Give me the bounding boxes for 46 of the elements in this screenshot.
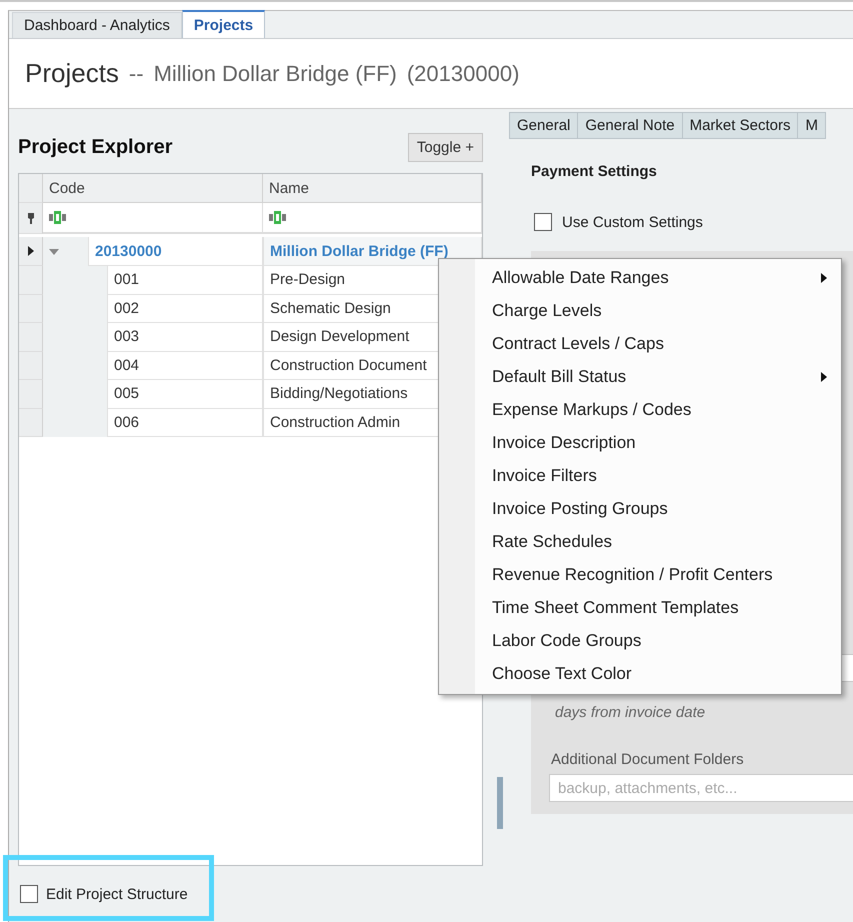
code-cell: 006 xyxy=(107,408,263,437)
column-header[interactable]: Name xyxy=(263,174,482,203)
submenu-arrow-icon xyxy=(821,272,827,282)
tab[interactable]: Projects xyxy=(182,10,266,38)
code-cell: 005 xyxy=(107,380,263,408)
tab[interactable]: General Note xyxy=(578,112,683,139)
splitter-handle[interactable] xyxy=(497,777,503,829)
checkbox[interactable] xyxy=(534,213,552,231)
tab[interactable]: Market Sectors xyxy=(682,112,798,139)
title-separator: -- xyxy=(128,60,144,86)
menu-item[interactable]: Invoice Filters xyxy=(439,459,841,492)
project-number: (20130000) xyxy=(406,60,520,86)
menu-item[interactable]: Rate Schedules xyxy=(439,525,841,558)
menu-item[interactable]: Invoice Posting Groups xyxy=(439,492,841,525)
code-cell: 001 xyxy=(107,266,263,294)
checkbox-label: Edit Project Structure xyxy=(46,886,188,902)
menu-item[interactable]: Labor Code Groups xyxy=(439,624,841,657)
page-title: Projects xyxy=(25,58,119,89)
menu-item[interactable]: Choose Text Color xyxy=(439,657,841,690)
hint-text: days from invoice date xyxy=(555,704,706,721)
tab[interactable]: M xyxy=(798,112,826,139)
row-pointer-icon xyxy=(28,246,34,256)
checkbox-label: Use Custom Settings xyxy=(562,214,703,230)
filter-pin-icon xyxy=(26,212,34,224)
code-cell: 20130000 xyxy=(88,237,263,266)
column-header[interactable]: Code xyxy=(43,174,263,203)
row-indicator[interactable] xyxy=(19,203,43,234)
code-cell: 002 xyxy=(107,294,263,323)
collapse-caret-icon[interactable] xyxy=(49,248,59,254)
text-filter-icon[interactable] xyxy=(49,211,67,224)
text-filter-icon[interactable] xyxy=(269,211,287,224)
tab[interactable]: Dashboard - Analytics xyxy=(12,12,182,38)
menu-item[interactable]: Revenue Recognition / Profit Centers xyxy=(439,558,841,591)
submenu-arrow-icon xyxy=(821,372,827,382)
panel-title: Project Explorer xyxy=(18,136,173,158)
toggle-button[interactable]: Toggle + xyxy=(408,132,483,162)
code-cell: 004 xyxy=(107,352,263,380)
checkbox[interactable] xyxy=(20,885,38,903)
section-title: Payment Settings xyxy=(531,163,658,180)
row-indicator[interactable] xyxy=(19,237,43,266)
project-name: Million Dollar Bridge (FF) xyxy=(154,60,397,86)
menu-item[interactable]: Time Sheet Comment Templates xyxy=(439,591,841,624)
code-cell: 003 xyxy=(107,323,263,352)
name-cell: Million Dollar Bridge (FF) xyxy=(263,237,482,266)
tab[interactable]: General xyxy=(509,112,578,139)
field-label: Additional Document Folders xyxy=(551,751,745,768)
